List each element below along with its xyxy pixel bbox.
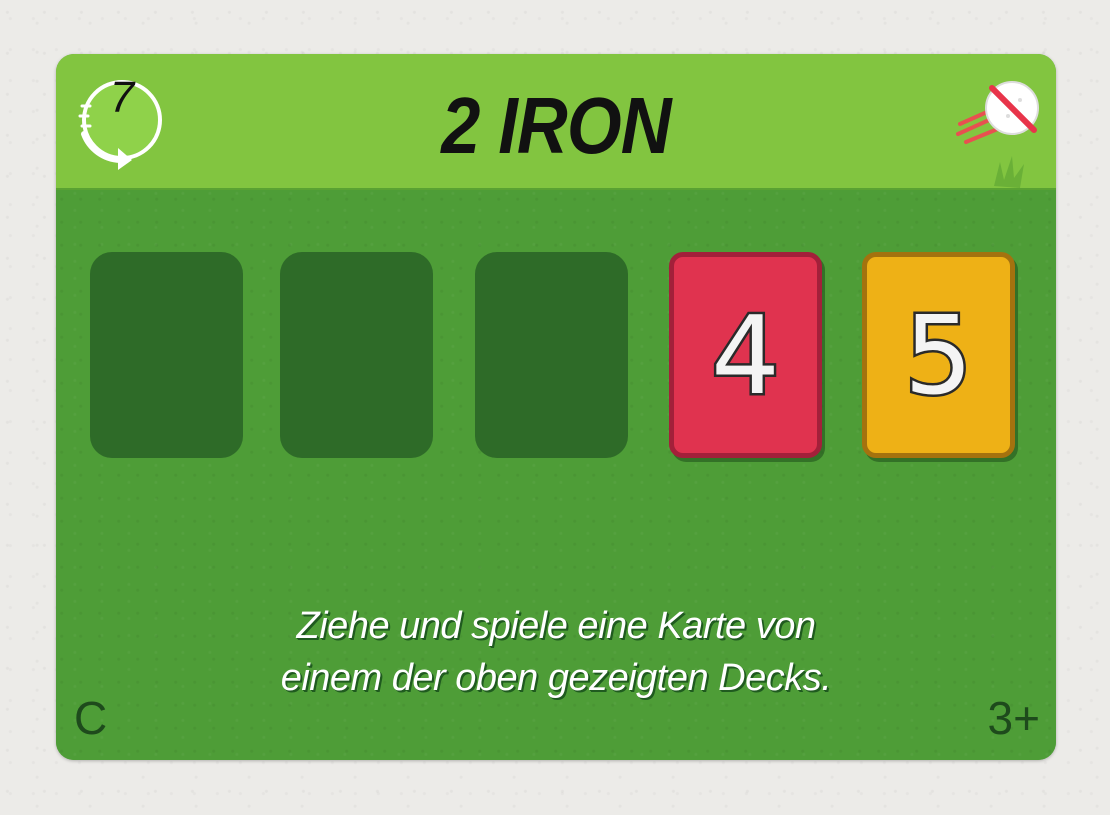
turn-number: 7 — [109, 73, 135, 122]
deck-card-value: 5 — [902, 292, 976, 422]
empty-deck-slot-3 — [475, 252, 628, 458]
card-title: 2 IRON — [441, 81, 671, 170]
card-rarity: C — [74, 692, 108, 744]
instruction-line-2: einem der oben gezeigten Decks. — [280, 657, 832, 699]
instruction-line-1: Ziehe und spiele eine Karte von — [296, 605, 816, 647]
deck-card-value: 4 — [709, 292, 783, 422]
no-golf-ball-icon — [956, 81, 1039, 188]
game-card: 7 2 IRON 4 5 Ziehe und spiele eine Karte… — [56, 54, 1056, 760]
empty-deck-slot-2 — [280, 252, 433, 458]
deck-card-red: 4 — [669, 252, 822, 458]
player-count: 3+ — [987, 692, 1040, 744]
empty-deck-slot-1 — [90, 252, 243, 458]
deck-card-yellow: 5 — [862, 252, 1015, 458]
card-instruction: Ziehe und spiele eine Karte von einem de… — [236, 600, 876, 710]
card-header: 7 2 IRON — [56, 54, 1056, 190]
